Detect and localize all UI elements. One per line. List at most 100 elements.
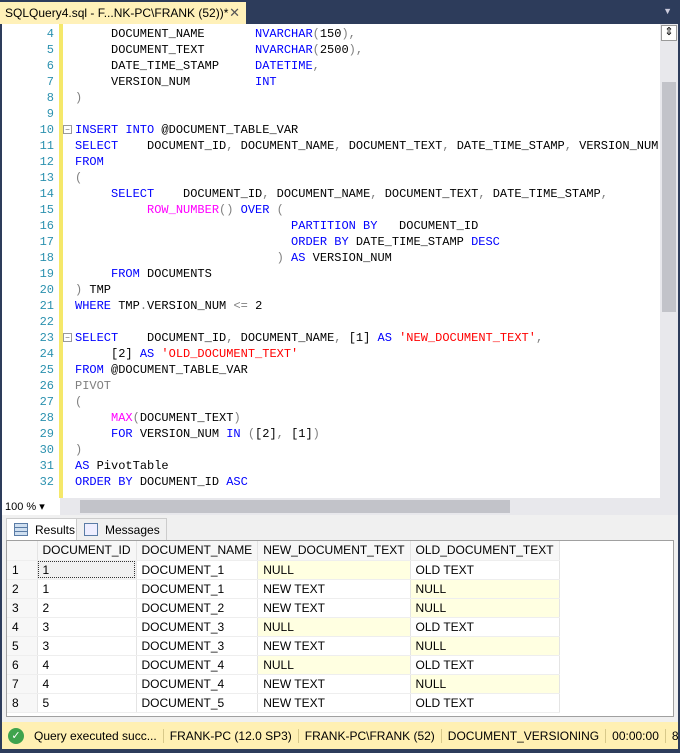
row-number[interactable]: 6	[7, 655, 38, 675]
table-row[interactable]: 3 2 DOCUMENT_2 NEW TEXT NULL	[7, 598, 560, 618]
code-line[interactable]: 9	[2, 106, 660, 122]
code-line[interactable]: 22	[2, 314, 660, 330]
row-number[interactable]: 2	[7, 579, 38, 599]
table-cell[interactable]: DOCUMENT_3	[136, 617, 259, 637]
code-line[interactable]: 12 FROM	[2, 154, 660, 170]
collapse-icon[interactable]: −	[63, 333, 72, 342]
code-line[interactable]: 20) TMP	[2, 282, 660, 298]
code-line[interactable]: 27 (	[2, 394, 660, 410]
close-tab-icon[interactable]: ✕	[229, 5, 240, 21]
table-cell[interactable]: NEW TEXT	[257, 693, 411, 713]
table-cell[interactable]: OLD TEXT	[410, 560, 560, 580]
table-row[interactable]: 2 1 DOCUMENT_1 NEW TEXT NULL	[7, 579, 560, 599]
table-cell[interactable]: OLD TEXT	[410, 693, 560, 713]
code-line[interactable]: 24 [2] AS 'OLD_DOCUMENT_TEXT'	[2, 346, 660, 362]
table-cell[interactable]: 5	[37, 693, 137, 713]
code-line[interactable]: 30)	[2, 442, 660, 458]
table-cell[interactable]: 3	[37, 617, 137, 637]
code-line[interactable]: 21 WHERE TMP.VERSION_NUM <= 2	[2, 298, 660, 314]
table-cell[interactable]: NULL	[257, 655, 411, 675]
table-cell[interactable]: NEW TEXT	[257, 636, 411, 656]
table-cell[interactable]: 4	[37, 655, 137, 675]
table-cell[interactable]: DOCUMENT_4	[136, 674, 259, 694]
sql-editor[interactable]: 4 DOCUMENT_NAME NVARCHAR(150), 5 DOCUMENT…	[2, 24, 678, 498]
table-cell[interactable]: NULL	[410, 579, 560, 599]
tab-dropdown-icon[interactable]: ▼	[663, 6, 672, 16]
table-cell[interactable]: DOCUMENT_3	[136, 636, 259, 656]
zoom-select[interactable]: 100 % ▾	[2, 498, 60, 515]
table-row[interactable]: 6 4 DOCUMENT_4 NULL OLD TEXT	[7, 655, 560, 675]
table-cell[interactable]: DOCUMENT_5	[136, 693, 259, 713]
code-line[interactable]: 8)	[2, 90, 660, 106]
tab-results[interactable]: Results	[6, 518, 83, 540]
table-row[interactable]: 5 3 DOCUMENT_3 NEW TEXT NULL	[7, 636, 560, 656]
table-cell[interactable]: NEW TEXT	[257, 598, 411, 618]
split-icon[interactable]: ⇕	[661, 25, 677, 41]
code-area[interactable]: 4 DOCUMENT_NAME NVARCHAR(150), 5 DOCUMENT…	[2, 26, 660, 490]
table-row[interactable]: 1 1 DOCUMENT_1 NULL OLD TEXT	[7, 560, 560, 580]
row-number[interactable]: 4	[7, 617, 38, 637]
column-header[interactable]: NEW_DOCUMENT_TEXT	[257, 541, 411, 561]
table-cell[interactable]: NULL	[257, 617, 411, 637]
table-cell[interactable]: NULL	[410, 598, 560, 618]
row-number[interactable]: 8	[7, 693, 38, 713]
code-line[interactable]: 15 ROW_NUMBER() OVER (	[2, 202, 660, 218]
table-cell[interactable]: DOCUMENT_1	[136, 560, 259, 580]
code-line[interactable]: 32 ORDER BY DOCUMENT_ID ASC	[2, 474, 660, 490]
tab-messages[interactable]: Messages	[76, 518, 167, 540]
code-text: INSERT INTO @DOCUMENT_TABLE_VAR	[75, 122, 298, 138]
code-token: DATE_TIME_STAMP	[355, 235, 472, 249]
table-cell[interactable]: DOCUMENT_2	[136, 598, 259, 618]
code-line[interactable]: 10− INSERT INTO @DOCUMENT_TABLE_VAR	[2, 122, 660, 138]
table-row[interactable]: 7 4 DOCUMENT_4 NEW TEXT NULL	[7, 674, 560, 694]
code-line[interactable]: 11 SELECT DOCUMENT_ID, DOCUMENT_NAME, DOC…	[2, 138, 660, 154]
column-header[interactable]: DOCUMENT_ID	[37, 541, 137, 561]
table-cell[interactable]: 4	[37, 674, 137, 694]
h-scroll-thumb[interactable]	[80, 500, 510, 513]
results-grid[interactable]: DOCUMENT_ID DOCUMENT_NAME NEW_DOCUMENT_TEX…	[6, 540, 674, 717]
row-number[interactable]: 7	[7, 674, 38, 694]
code-line[interactable]: 29 FOR VERSION_NUM IN ([2], [1])	[2, 426, 660, 442]
code-line[interactable]: 26 PIVOT	[2, 378, 660, 394]
code-line[interactable]: 31 AS PivotTable	[2, 458, 660, 474]
table-row[interactable]: 4 3 DOCUMENT_3 NULL OLD TEXT	[7, 617, 560, 637]
code-line[interactable]: 5 DOCUMENT_TEXT NVARCHAR(2500),	[2, 42, 660, 58]
collapse-icon[interactable]: −	[63, 125, 72, 134]
code-line[interactable]: 6 DATE_TIME_STAMP DATETIME,	[2, 58, 660, 74]
table-cell[interactable]: 3	[37, 636, 137, 656]
row-number[interactable]: 5	[7, 636, 38, 656]
table-cell[interactable]: NEW TEXT	[257, 579, 411, 599]
row-number[interactable]: 3	[7, 598, 38, 618]
table-cell[interactable]: NULL	[410, 674, 560, 694]
table-cell[interactable]: NEW TEXT	[257, 674, 411, 694]
code-line[interactable]: 25 FROM @DOCUMENT_TABLE_VAR	[2, 362, 660, 378]
table-cell[interactable]: DOCUMENT_4	[136, 655, 259, 675]
table-row[interactable]: 8 5 DOCUMENT_5 NEW TEXT OLD TEXT	[7, 693, 560, 713]
scroll-thumb[interactable]	[662, 82, 676, 312]
table-cell[interactable]: NULL	[257, 560, 411, 580]
code-line[interactable]: 23− SELECT DOCUMENT_ID, DOCUMENT_NAME, [1…	[2, 330, 660, 346]
table-cell[interactable]: OLD TEXT	[410, 617, 560, 637]
table-cell[interactable]: 1	[37, 560, 137, 580]
row-number[interactable]: 1	[7, 560, 38, 580]
query-tab[interactable]: SQLQuery4.sql - F...NK-PC\FRANK (52))* ✕	[0, 2, 246, 24]
code-line[interactable]: 13 (	[2, 170, 660, 186]
horizontal-scrollbar[interactable]: 100 % ▾	[2, 498, 678, 515]
table-cell[interactable]: OLD TEXT	[410, 655, 560, 675]
code-line[interactable]: 18 ) AS VERSION_NUM	[2, 250, 660, 266]
table-cell[interactable]: NULL	[410, 636, 560, 656]
code-line[interactable]: 19 FROM DOCUMENTS	[2, 266, 660, 282]
code-line[interactable]: 14 SELECT DOCUMENT_ID, DOCUMENT_NAME, DO…	[2, 186, 660, 202]
query-tab-title: SQLQuery4.sql - F...NK-PC\FRANK (52))*	[5, 6, 229, 20]
vertical-scrollbar[interactable]: ⇕	[660, 24, 678, 498]
code-line[interactable]: 16 PARTITION BY DOCUMENT_ID	[2, 218, 660, 234]
code-line[interactable]: 17 ORDER BY DATE_TIME_STAMP DESC	[2, 234, 660, 250]
code-line[interactable]: 7 VERSION_NUM INT	[2, 74, 660, 90]
code-line[interactable]: 28 MAX(DOCUMENT_TEXT)	[2, 410, 660, 426]
table-cell[interactable]: DOCUMENT_1	[136, 579, 259, 599]
column-header[interactable]: DOCUMENT_NAME	[136, 541, 259, 561]
table-cell[interactable]: 1	[37, 579, 137, 599]
code-line[interactable]: 4 DOCUMENT_NAME NVARCHAR(150),	[2, 26, 660, 42]
column-header[interactable]: OLD_DOCUMENT_TEXT	[410, 541, 560, 561]
table-cell[interactable]: 2	[37, 598, 137, 618]
